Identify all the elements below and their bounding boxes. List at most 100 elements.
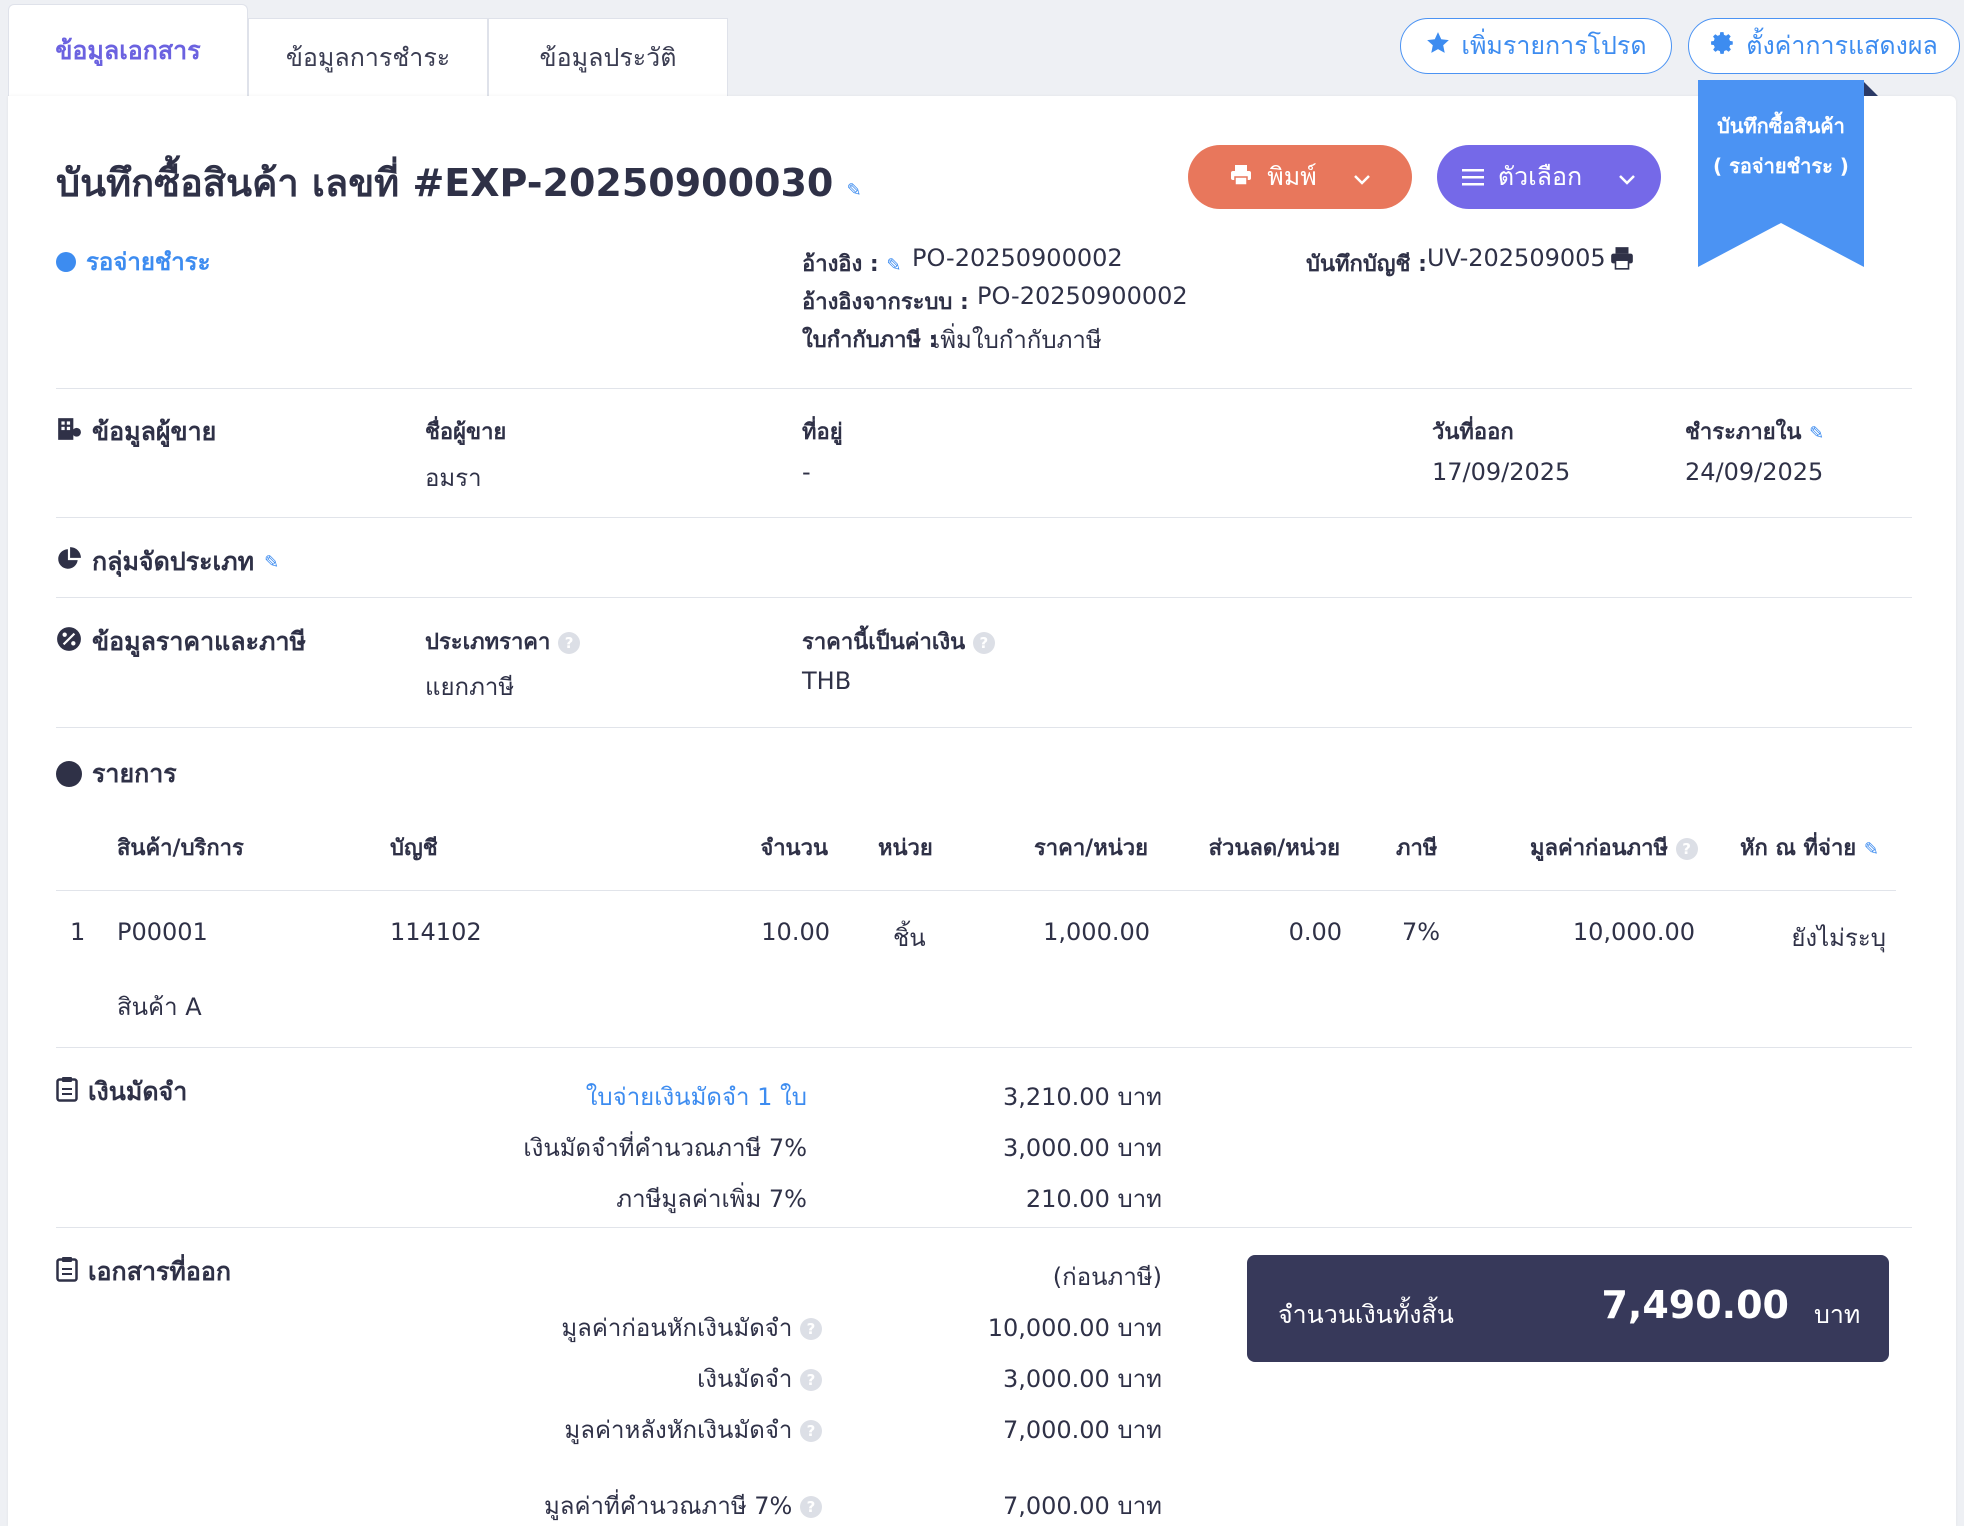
divider (56, 517, 1912, 518)
issued-before-deposit-label: มูลค่าก่อนหักเงินมัดจำ ? (450, 1308, 822, 1347)
currency-value: THB (802, 667, 852, 695)
help-icon[interactable]: ? (1675, 838, 1698, 860)
page-title: บันทึกซื้อสินค้า เลขที่ #EXP-20250900030… (56, 161, 862, 205)
add-tax-invoice-link[interactable]: เพิ่มใบกำกับภาษี (932, 320, 1102, 359)
divider (56, 388, 1912, 389)
currency-label: ราคานี้เป็นค่าเงิน ? (802, 624, 995, 659)
unit-value: ชิ้น (893, 924, 926, 952)
print-button[interactable]: พิมพ์ (1188, 145, 1412, 209)
divider (56, 727, 1912, 728)
issue-date-value: 17/09/2025 (1432, 458, 1571, 486)
withholding-value: ยังไม่ระบุ (1791, 924, 1886, 952)
deposit-taxable-value: 3,000.00 บาท (1002, 1134, 1162, 1162)
ledger-link[interactable]: UV-202509005 (1427, 244, 1606, 272)
status-badge: รอจ่ายชำระ (56, 242, 210, 281)
tab-history-info[interactable]: ข้อมูลประวัติ (488, 18, 728, 96)
ribbon-fold (1862, 80, 1878, 96)
address-value: - (802, 458, 811, 486)
percent-badge-icon (56, 626, 82, 658)
reference-label: อ้างอิง : ✎ (802, 252, 902, 277)
address-label: ที่อยู่ (802, 420, 843, 445)
vendor-name-label: ชื่อผู้ขาย (425, 420, 507, 445)
pie-chart-icon (56, 546, 82, 578)
display-settings-button[interactable]: ตั้งค่าการแสดงผล (1688, 18, 1960, 74)
col-discount: ส่วนลด/หน่วย (1208, 836, 1340, 861)
options-button[interactable]: ตัวเลือก (1437, 145, 1661, 209)
divider (56, 1047, 1912, 1048)
help-icon[interactable]: ? (972, 632, 995, 654)
edit-due-pencil-icon[interactable]: ✎ (1809, 423, 1824, 444)
vendor-name-link[interactable]: อมรา (425, 458, 482, 497)
clipboard-icon (56, 1256, 78, 1288)
printer-icon (1229, 163, 1253, 192)
star-icon (1425, 30, 1451, 62)
help-icon[interactable]: ? (800, 1318, 822, 1340)
building-icon (56, 416, 82, 448)
price-type-value: แยกภาษี (425, 673, 515, 701)
edit-classification-pencil-icon[interactable]: ✎ (264, 552, 279, 573)
due-value: 24/09/2025 (1685, 458, 1824, 486)
tax-invoice-label: ใบกำกับภาษี : (802, 328, 938, 353)
help-icon[interactable]: ? (800, 1496, 822, 1518)
grand-total-currency: บาท (1814, 1300, 1861, 1329)
issued-taxable-value: 7,000.00 บาท (1002, 1492, 1162, 1520)
issued-taxable-label: มูลค่าที่คำนวณภาษี 7% ? (450, 1486, 822, 1525)
due-label: ชำระภายใน ✎ (1685, 420, 1825, 445)
help-icon[interactable]: ? (800, 1420, 822, 1442)
ribbon-line-1: บันทึกซื้อสินค้า (1717, 114, 1845, 138)
grand-total-box: จำนวนเงินทั้งสิ้น 7,490.00 บาท (1247, 1255, 1889, 1362)
deposit-vat-value: 210.00 บาท (1025, 1185, 1162, 1213)
classification-section-title: กลุ่มจัดประเภท ✎ (56, 542, 279, 582)
add-favorite-button[interactable]: เพิ่มรายการโปรด (1400, 18, 1672, 74)
issue-date-label: วันที่ออก (1432, 420, 1514, 445)
system-ref-link[interactable]: PO-20250900002 (977, 282, 1188, 310)
row-number: 1 (70, 918, 86, 946)
grand-total-amount: 7,490.00 (1601, 1283, 1789, 1327)
divider (56, 890, 1896, 891)
tab-payment-info[interactable]: ข้อมูลการชำระ (248, 18, 488, 96)
product-description: สินค้า A (117, 993, 202, 1021)
col-account: บัญชี (390, 836, 438, 861)
col-tax: ภาษี (1396, 836, 1438, 861)
help-icon[interactable]: ? (558, 632, 581, 654)
discount-value: 0.00 (1288, 918, 1342, 946)
print-ledger-icon[interactable] (1609, 246, 1635, 274)
menu-icon (1461, 163, 1484, 192)
deposit-vat-label: ภาษีมูลค่าเพิ่ม 7% (616, 1185, 807, 1213)
clipboard-icon (56, 1076, 78, 1108)
pricing-section-title: ข้อมูลราคาและภาษี (56, 622, 306, 662)
ribbon-line-2: ( รอจ่ายชำระ ) (1713, 154, 1849, 178)
pretax-note: (ก่อนภาษี) (1052, 1263, 1162, 1291)
tab-document-info[interactable]: ข้อมูลเอกสาร (8, 4, 248, 96)
vendor-section-title: ข้อมูลผู้ขาย (56, 412, 216, 452)
col-qty: จำนวน (760, 836, 828, 861)
circle-icon (56, 761, 82, 787)
ledger-label: บันทึกบัญชี : (1306, 252, 1427, 277)
price-type-label: ประเภทราคา ? (425, 624, 581, 659)
issued-after-deposit-label: มูลค่าหลังหักเงินมัดจำ ? (450, 1410, 822, 1449)
system-ref-label: อ้างอิงจากระบบ : (802, 290, 969, 315)
unit-price-value: 1,000.00 (1043, 918, 1150, 946)
gear-icon (1710, 30, 1736, 62)
help-icon[interactable]: ? (800, 1369, 822, 1391)
grand-total-label: จำนวนเงินทั้งสิ้น (1278, 1300, 1454, 1329)
pretax-value: 10,000.00 (1572, 918, 1695, 946)
deposit-receipts-value: 3,210.00 บาท (1002, 1083, 1162, 1111)
account-value: 114102 (390, 918, 482, 946)
edit-withholding-pencil-icon[interactable]: ✎ (1864, 839, 1879, 860)
edit-title-pencil-icon[interactable]: ✎ (847, 180, 862, 201)
product-code-link[interactable]: P00001 (117, 918, 208, 946)
deposit-taxable-label: เงินมัดจำที่คำนวณภาษี 7% (523, 1134, 807, 1162)
status-ribbon: บันทึกซื้อสินค้า ( รอจ่ายชำระ ) (1698, 80, 1864, 267)
tax-value: 7% (1402, 918, 1441, 946)
issued-deposit-value: 3,000.00 บาท (1002, 1365, 1162, 1393)
divider (56, 1227, 1912, 1228)
deposit-section-title: เงินมัดจำ (56, 1072, 187, 1112)
reference-value: PO-20250900002 (912, 244, 1123, 272)
edit-reference-pencil-icon[interactable]: ✎ (886, 255, 901, 276)
qty-value: 10.00 (761, 918, 830, 946)
deposit-receipts-link[interactable]: ใบจ่ายเงินมัดจำ 1 ใบ (450, 1077, 807, 1116)
col-withholding: หัก ณ ที่จ่าย ✎ (1740, 836, 1879, 861)
status-dot-icon (56, 251, 76, 272)
divider (56, 597, 1912, 598)
